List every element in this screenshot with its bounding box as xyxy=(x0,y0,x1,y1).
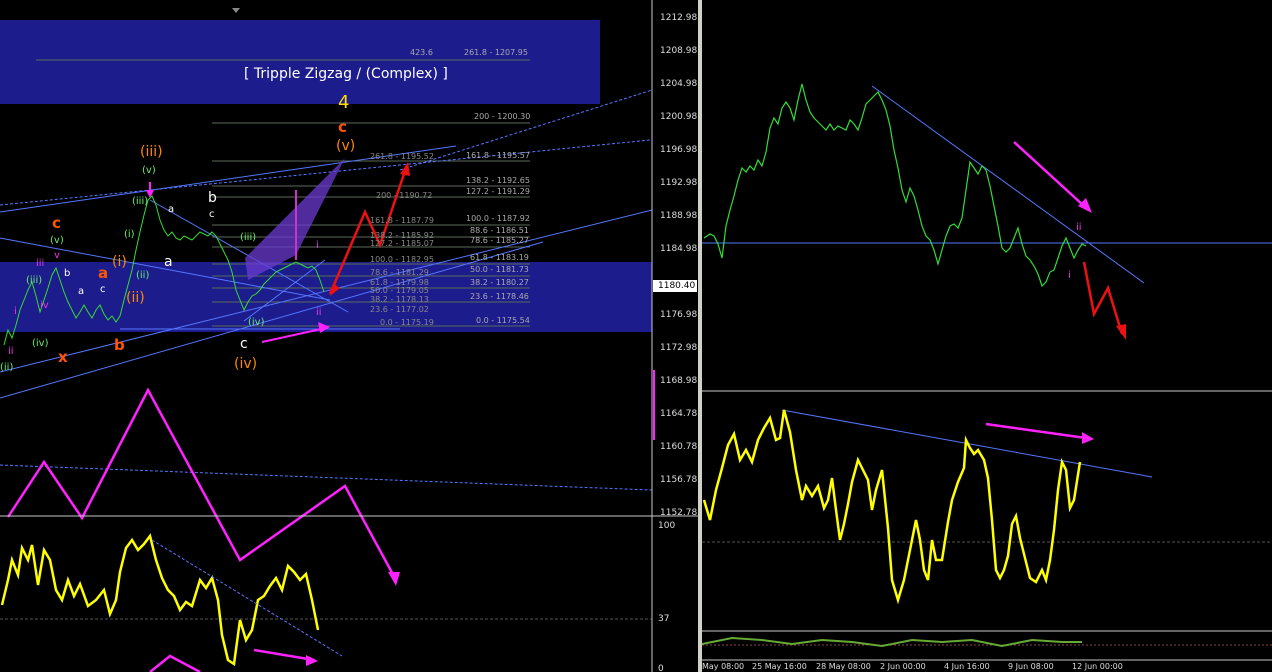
fib-label: 0.0 - 1175.54 xyxy=(476,316,530,325)
osc-tick: 37 xyxy=(658,614,670,624)
wave-label: (i) xyxy=(124,229,135,240)
price-tick: 1168.98 xyxy=(660,376,698,386)
fib-label: 38.2 - 1178.13 xyxy=(370,295,429,304)
wave-label: b xyxy=(64,268,71,279)
oscillator-line xyxy=(702,409,1082,605)
wave-label: ii xyxy=(1076,222,1082,233)
pattern-title: [ Tripple Zigzag / (Complex) ] xyxy=(244,66,448,82)
price-tick: 1172.98 xyxy=(660,343,698,353)
fib-label: 127.2 - 1191.29 xyxy=(466,187,530,196)
price-tick: 1208.98 xyxy=(660,46,698,56)
wave-label: c xyxy=(52,214,61,232)
wave-label: ii xyxy=(316,307,322,318)
wave-label: b xyxy=(208,190,217,206)
time-tick: 4 Jun 16:00 xyxy=(944,662,990,671)
price-tick: 1160.78 xyxy=(660,442,698,452)
wave-label: i xyxy=(1068,270,1071,281)
wave-label: (iv) xyxy=(32,338,49,349)
left-chart-window[interactable]: [ Tripple Zigzag / (Complex) ] 423.6 261… xyxy=(0,0,698,672)
wave-label: a xyxy=(164,254,173,270)
wave-label: i xyxy=(316,240,319,251)
price-tick: 1196.98 xyxy=(660,145,698,155)
wave-label: b xyxy=(114,336,125,354)
wave-label: ii xyxy=(8,346,14,357)
wave-label: x xyxy=(58,348,68,366)
fib-label: 61.8 - 1183.19 xyxy=(470,253,529,262)
wave-label: a xyxy=(78,286,85,297)
fib-label: 161.8 - 1187.79 xyxy=(370,216,434,225)
time-tick: 25 May 16:00 xyxy=(752,662,807,671)
wave-label: (i) xyxy=(112,254,127,270)
fib-label: 200 - 1200.30 xyxy=(474,112,531,121)
wave-label: (iii) xyxy=(132,196,149,207)
time-tick: 2 Jun 00:00 xyxy=(880,662,926,671)
fib-label: 261.8 - 1207.95 xyxy=(464,48,528,57)
wave-label: (ii) xyxy=(136,270,150,281)
price-tick: 1176.98 xyxy=(660,310,698,320)
price-tick: 1212.98 xyxy=(660,13,698,23)
fib-label: 100.0 - 1182.95 xyxy=(370,255,434,264)
price-tick: 1188.98 xyxy=(660,211,698,221)
wave-label: (iv) xyxy=(248,317,265,328)
wave-label: iii xyxy=(36,258,45,269)
fib-label: 23.6 - 1177.02 xyxy=(370,305,429,314)
price-tick: 1156.78 xyxy=(660,475,698,485)
time-tick: 9 Jun 08:00 xyxy=(1008,662,1054,671)
wave-label: (ii) xyxy=(0,362,14,373)
osc-tick: 100 xyxy=(658,521,676,531)
wave-label: (v) xyxy=(50,235,64,246)
right-chart-window[interactable]: ii i May 08:00 25 May 16:00 28 May 08:00… xyxy=(702,0,1272,672)
wave-label: (v) xyxy=(142,165,156,176)
price-tick: 1200.98 xyxy=(660,112,698,122)
price-tick: 1184.98 xyxy=(660,244,698,254)
fib-label: 100.0 - 1187.92 xyxy=(466,214,530,223)
fib-label: 423.6 xyxy=(410,48,433,57)
wave-label: c xyxy=(209,209,215,220)
pattern-label-box xyxy=(0,20,600,104)
price-tick: 1192.98 xyxy=(660,178,698,188)
price-tick: 1164.78 xyxy=(660,409,698,419)
fib-label: 261.8 - 1195.52 xyxy=(370,152,434,161)
oscillator-line xyxy=(0,533,320,667)
wave-label: (iii) xyxy=(26,275,43,286)
current-price-label: 1180.40 xyxy=(658,281,696,291)
price-tick: 1204.98 xyxy=(660,79,698,89)
fib-label: 38.2 - 1180.27 xyxy=(470,278,529,287)
wave-label: i xyxy=(14,306,17,317)
wave-label: a xyxy=(168,204,175,215)
wave-label: c xyxy=(338,118,347,136)
fib-label: 78.6 - 1185.27 xyxy=(470,236,529,245)
fib-label: 78.6 - 1181.29 xyxy=(370,268,429,277)
fib-label: 200 - 1190.72 xyxy=(376,191,433,200)
time-tick: 28 May 08:00 xyxy=(816,662,871,671)
right-chart-canvas[interactable] xyxy=(702,0,1272,672)
wave-label: iv xyxy=(40,300,49,311)
fib-label: 50.0 - 1181.73 xyxy=(470,265,529,274)
osc-tick: 0 xyxy=(658,664,664,672)
wave-label: (iv) xyxy=(234,356,258,372)
wave-label: 4 xyxy=(338,92,350,113)
wave-label: c xyxy=(100,284,106,295)
wave-label: (iii) xyxy=(140,144,163,160)
fib-label: 127.2 - 1185.07 xyxy=(370,239,434,248)
fib-label: 50.0 - 1179.05 xyxy=(370,286,429,295)
fib-label: 23.6 - 1178.46 xyxy=(470,292,529,301)
time-tick: 12 Jun 00:00 xyxy=(1072,662,1123,671)
fib-label: 138.2 - 1192.65 xyxy=(466,176,530,185)
fib-label: 88.6 - 1186.51 xyxy=(470,226,529,235)
wave-label: v xyxy=(54,250,60,261)
fib-label: 0.0 - 1175.19 xyxy=(380,318,434,327)
wave-label: (v) xyxy=(336,138,356,154)
price-tick: 1152.78 xyxy=(660,508,698,518)
wave-label: a xyxy=(98,264,109,282)
fib-label: 161.8 - 1195.57 xyxy=(466,151,530,160)
wave-label: (iii) xyxy=(240,232,257,243)
time-tick: May 08:00 xyxy=(702,662,745,671)
wave-label: c xyxy=(240,336,248,352)
wave-label: (ii) xyxy=(126,290,145,306)
